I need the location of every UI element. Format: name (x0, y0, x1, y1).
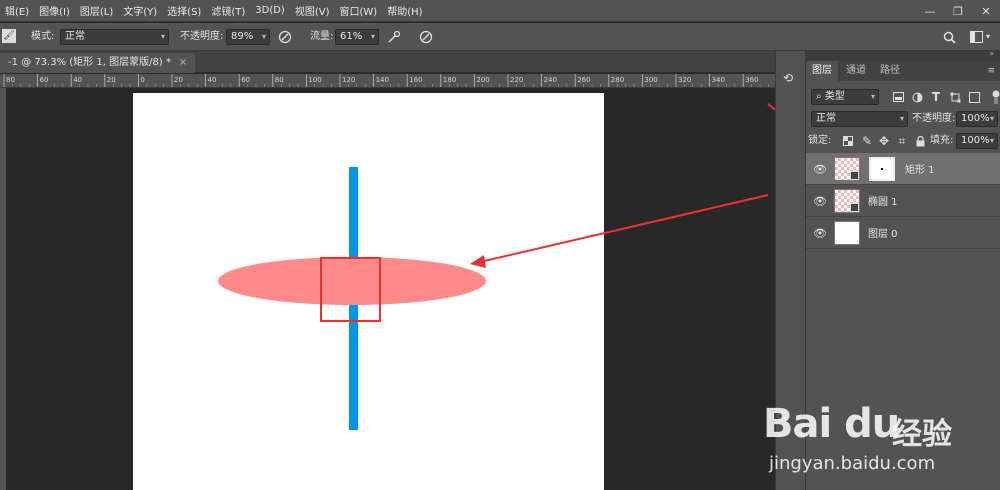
chevron-down-icon: ▾ (870, 92, 875, 101)
panel-collapse-bar: » (805, 49, 1000, 61)
layer-opacity-value: 100% (961, 113, 990, 124)
lock-pixels-icon[interactable]: ✎ (859, 133, 875, 149)
layer-mask-thumbnail[interactable] (869, 157, 895, 181)
watermark-url: jingyan.baidu.com (769, 453, 936, 474)
blend-value: 正常 (816, 113, 836, 124)
layer-thumbnail[interactable] (834, 157, 860, 181)
layer-row-rectangle[interactable]: 👁 矩形 1 (806, 153, 1000, 185)
collapse-icon[interactable]: » (989, 49, 994, 58)
chevron-down-icon: ▾ (989, 136, 994, 145)
eye-icon[interactable]: 👁 (813, 162, 827, 176)
layer-name[interactable]: 图层 0 (868, 225, 898, 240)
lock-position-icon[interactable]: ✥ (876, 133, 892, 149)
fill-value: 100% (961, 135, 990, 146)
filter-toggle-icon[interactable] (988, 89, 1000, 105)
tab-layers[interactable]: 图层 (806, 61, 838, 81)
lock-transparent-icon[interactable] (840, 133, 856, 149)
fill-label: 填充: (930, 135, 954, 146)
filter-pixel-icon[interactable] (890, 89, 906, 105)
smart-object-icon (850, 171, 859, 180)
lock-all-icon[interactable] (912, 133, 928, 149)
arrow-to-canvas (479, 194, 769, 263)
smart-object-icon (850, 203, 859, 212)
baidu-jingyan-text: 经验 (892, 417, 952, 452)
chevron-down-icon: ▾ (899, 114, 904, 123)
arrow-head-icon (470, 255, 486, 268)
layer-opacity-label: 不透明度: (912, 113, 956, 124)
eye-icon[interactable]: 👁 (813, 226, 827, 240)
chevron-down-icon: ▾ (989, 114, 994, 123)
layer-thumbnail[interactable] (834, 221, 860, 245)
filter-smartobject-icon[interactable] (966, 89, 982, 105)
panel-tabs: 图层 通道 路径 ≡ (806, 61, 1000, 81)
layer-filter-select[interactable]: ⌕ 类型 ▾ (811, 89, 879, 105)
layer-opacity-input[interactable]: 100% ▾ (956, 111, 998, 127)
tab-paths[interactable]: 路径 (874, 61, 906, 81)
layer-row-ellipse[interactable]: 👁 椭圆 1 (806, 185, 1000, 217)
lock-label: 锁定: (808, 135, 832, 146)
search-icon: ⌕ (816, 91, 825, 102)
lock-artboard-icon[interactable]: ⌗ (894, 133, 910, 149)
filter-adjustment-icon[interactable] (909, 89, 925, 105)
layer-name[interactable]: 矩形 1 (905, 161, 935, 176)
baidu-watermark: Bai du 经验 jingyan.baidu.com (755, 395, 995, 490)
layer-thumbnail[interactable] (834, 189, 860, 213)
layer-name[interactable]: 椭圆 1 (868, 193, 898, 208)
baidu-logo-text: Bai du (763, 401, 900, 447)
fill-input[interactable]: 100% ▾ (956, 133, 998, 149)
ellipse-shape (218, 257, 486, 305)
filter-shape-icon[interactable] (947, 89, 963, 105)
eye-icon[interactable]: 👁 (813, 194, 827, 208)
filter-type-icon[interactable]: T (928, 89, 944, 105)
mask-dot (881, 168, 883, 170)
tab-channels[interactable]: 通道 (840, 61, 872, 81)
blend-mode-select[interactable]: 正常 ▾ (811, 111, 908, 127)
history-icon[interactable]: ⟲ (783, 71, 799, 89)
layer-row-layer0[interactable]: 👁 图层 0 (806, 217, 1000, 249)
panel-menu-icon[interactable]: ≡ (987, 66, 995, 76)
filter-value: 类型 (824, 91, 845, 102)
